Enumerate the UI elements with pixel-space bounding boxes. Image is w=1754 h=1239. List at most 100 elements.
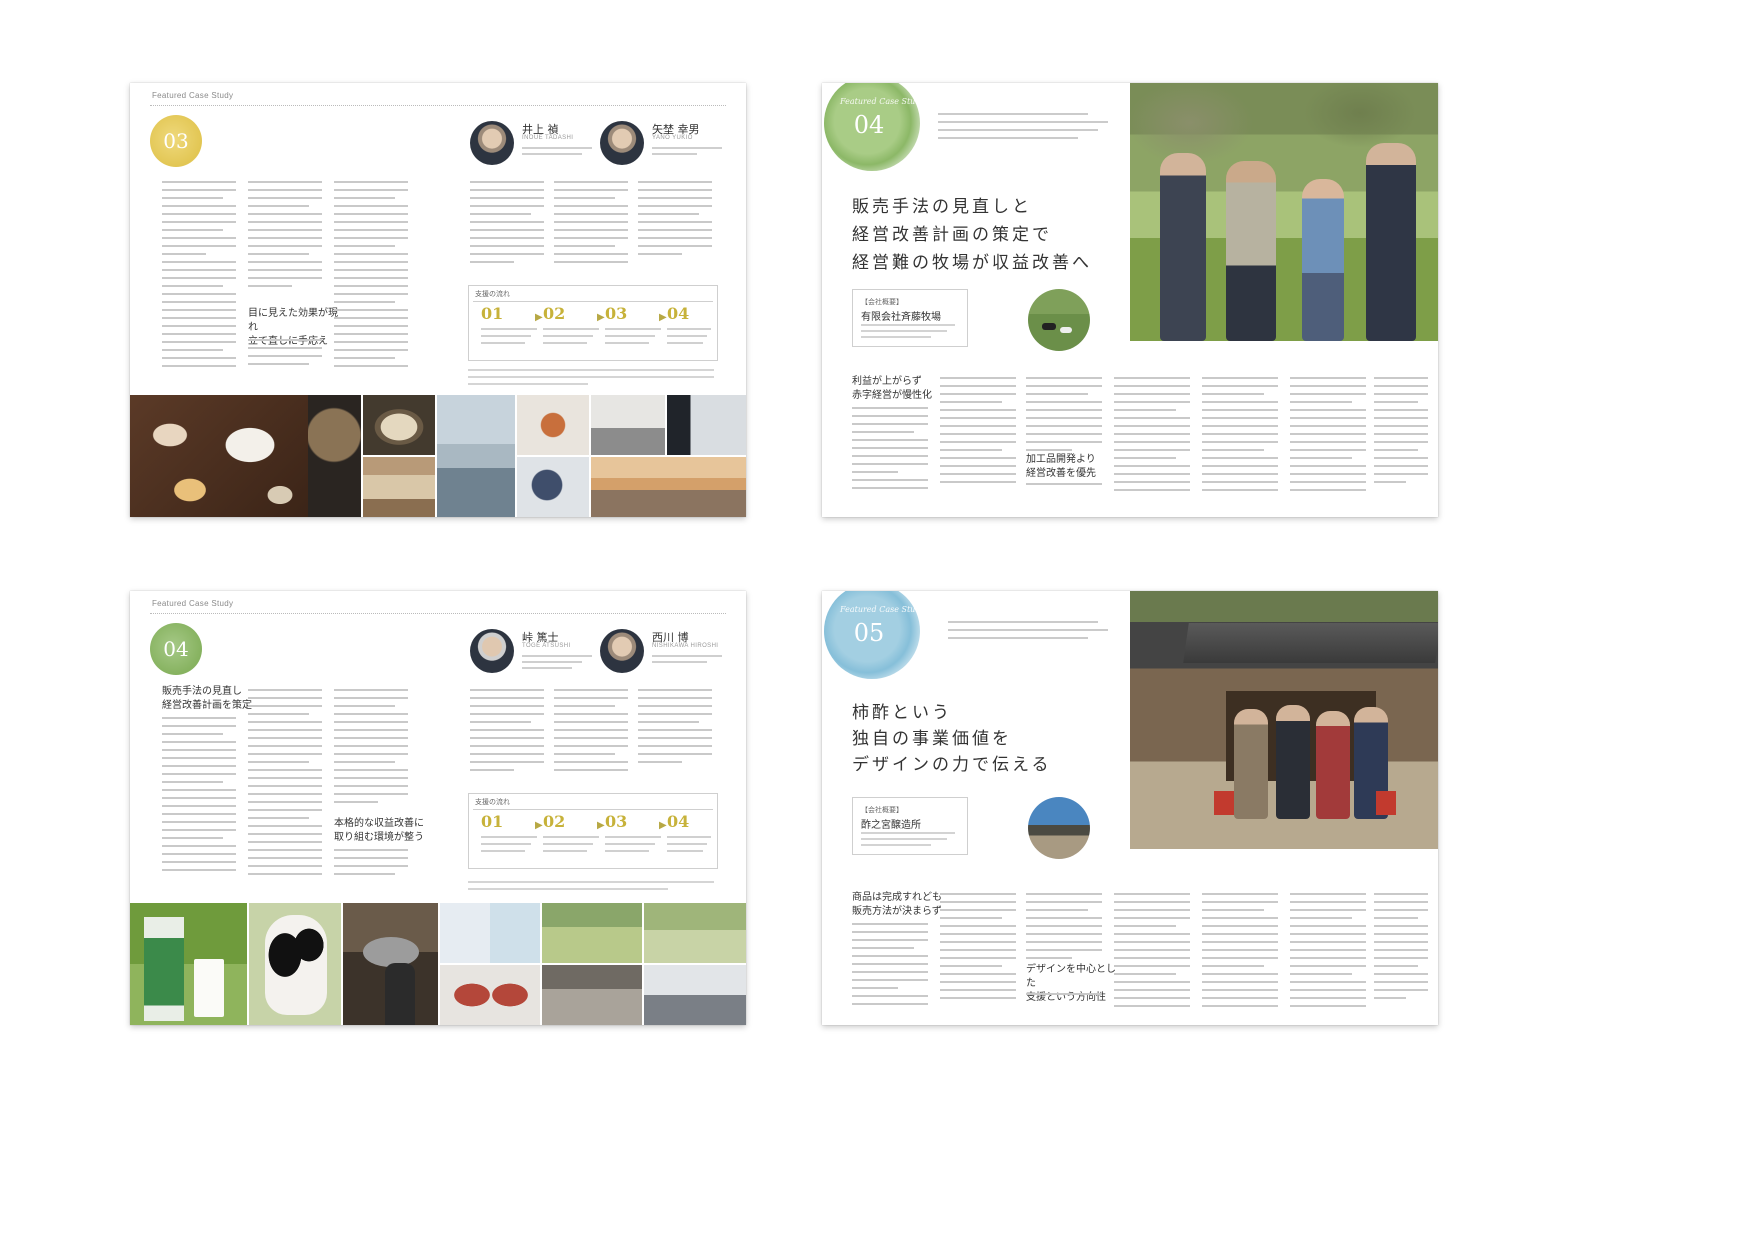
body-text-column bbox=[248, 689, 322, 879]
header-rule bbox=[150, 613, 726, 614]
body-text-column bbox=[248, 339, 322, 369]
farm-round-photo bbox=[1028, 289, 1090, 351]
body-text-column bbox=[334, 181, 408, 371]
text-line bbox=[522, 655, 592, 657]
support-flow-box: 支援の流れ 01 ▶ 02 ▶ 03 ▶ 04 bbox=[468, 285, 718, 361]
flow-step: 03 bbox=[605, 304, 661, 344]
person-figure bbox=[1226, 161, 1276, 341]
body-text-column bbox=[940, 377, 1016, 489]
body-text-column bbox=[1114, 377, 1190, 491]
body-text-column bbox=[852, 407, 928, 491]
photo-food-set bbox=[130, 395, 308, 517]
person-figure bbox=[1316, 711, 1350, 819]
person-romaji: INOUE TADASHI bbox=[522, 135, 574, 141]
photo-worker-barn bbox=[343, 903, 438, 1025]
body-text-column bbox=[1374, 893, 1428, 1007]
photo-nabe bbox=[308, 395, 361, 517]
spread-case-04-opening: Featured Case Study 04 販売手法の見直しと 経営改善計画の… bbox=[822, 83, 1438, 517]
text-line bbox=[522, 147, 592, 149]
text-line bbox=[652, 153, 697, 155]
photo-milking bbox=[542, 965, 642, 1025]
section-subheading: 利益が上がらず 赤字経営が慢性化 bbox=[852, 376, 932, 401]
body-text-column bbox=[1290, 893, 1366, 1007]
portrait-photo bbox=[600, 121, 644, 165]
body-text-column bbox=[1202, 893, 1278, 1007]
photo-meeting bbox=[591, 395, 665, 455]
body-text-column bbox=[1290, 377, 1366, 491]
text-line bbox=[522, 667, 572, 669]
photo-cows-field bbox=[542, 903, 642, 963]
company-name: 有限会社斉藤牧場 bbox=[861, 312, 941, 323]
company-tag: 【会社概要】 bbox=[861, 298, 903, 306]
body-text-column bbox=[470, 689, 544, 779]
text-line bbox=[522, 153, 582, 155]
body-text-column bbox=[1202, 377, 1278, 491]
headline-line-1: 販売手法の見直しと bbox=[852, 197, 1032, 217]
portrait-photo bbox=[600, 629, 644, 673]
caption-line bbox=[468, 369, 714, 371]
body-text-column bbox=[554, 689, 628, 779]
headline-line-3: 経営難の牧場が収益改善へ bbox=[852, 253, 1092, 273]
photo-shop-display bbox=[440, 903, 540, 963]
arrow-icon: ▶ bbox=[535, 312, 543, 323]
body-text-column bbox=[1026, 483, 1102, 493]
case-number: 03 bbox=[163, 129, 189, 153]
photo-hotpot bbox=[363, 395, 435, 455]
body-text-column bbox=[638, 181, 712, 261]
section-subheading: 本格的な収益改善に 取り組む環境が整う bbox=[334, 818, 424, 843]
body-text-column bbox=[1026, 377, 1102, 451]
photo-sunset bbox=[591, 457, 746, 517]
page-header: Featured Case Study bbox=[840, 605, 925, 614]
person-romaji: TOGE ATSUSHI bbox=[522, 643, 571, 649]
body-text-column bbox=[554, 181, 628, 271]
arrow-icon: ▶ bbox=[535, 820, 543, 831]
spread-case-03: Featured Case Study 03 井上 禎 INOUE TADASH… bbox=[130, 83, 746, 517]
headline-line-1: 柿酢という bbox=[852, 703, 952, 723]
arrow-icon: ▶ bbox=[659, 820, 667, 831]
flow-step: 02 bbox=[543, 304, 599, 344]
person-romaji: YANO YUKIO bbox=[652, 135, 693, 141]
flow-step: 02 bbox=[543, 812, 599, 852]
photo-room bbox=[363, 457, 435, 517]
flow-step: 03 bbox=[605, 812, 661, 852]
arrow-icon: ▶ bbox=[597, 312, 605, 323]
case-number: 04 bbox=[163, 637, 189, 661]
case-number: 05 bbox=[853, 619, 885, 647]
main-photo-people-house bbox=[1130, 591, 1438, 849]
caption-line bbox=[468, 881, 714, 883]
text-line bbox=[522, 661, 582, 663]
body-text-column bbox=[162, 181, 236, 371]
caption-line bbox=[468, 888, 668, 890]
text-line bbox=[652, 661, 707, 663]
body-text-column bbox=[1374, 377, 1428, 491]
body-text-column bbox=[1026, 993, 1102, 1003]
spread-case-04-detail: Featured Case Study 04 峠 篤士 TOGE ATSUSHI… bbox=[130, 591, 746, 1025]
text-line bbox=[652, 147, 722, 149]
body-text-column bbox=[334, 689, 408, 807]
photo-milk-product bbox=[130, 903, 247, 1025]
person-figure bbox=[1234, 709, 1268, 819]
flow-step: 04 bbox=[667, 304, 711, 344]
photo-cooking bbox=[517, 395, 589, 455]
spread-case-05-opening: Featured Case Study 05 柿酢という 独自の事業価値を デザ… bbox=[822, 591, 1438, 1025]
photo-people-field bbox=[644, 903, 746, 963]
person-figure bbox=[1302, 179, 1344, 341]
body-text-column bbox=[940, 893, 1016, 1005]
caption-line bbox=[468, 383, 588, 385]
body-text-column bbox=[1114, 893, 1190, 1007]
photo-sea-view bbox=[437, 395, 515, 517]
headline-line-2: 経営改善計画の策定で bbox=[852, 225, 1052, 245]
section-subheading: 商品は完成すれども 販売方法が決まらず bbox=[852, 892, 942, 917]
photo-packaged-meat bbox=[440, 965, 540, 1025]
photo-cow bbox=[249, 903, 341, 1025]
portrait-photo bbox=[470, 121, 514, 165]
portrait-photo bbox=[470, 629, 514, 673]
house-round-photo bbox=[1028, 797, 1090, 859]
photo-office bbox=[667, 395, 746, 455]
flow-step: 01 bbox=[481, 812, 537, 852]
arrow-icon: ▶ bbox=[659, 312, 667, 323]
person-figure bbox=[1366, 143, 1416, 341]
flow-title: 支援の流れ bbox=[475, 798, 510, 806]
intro-text bbox=[938, 113, 1108, 145]
body-text-column bbox=[852, 923, 928, 1007]
